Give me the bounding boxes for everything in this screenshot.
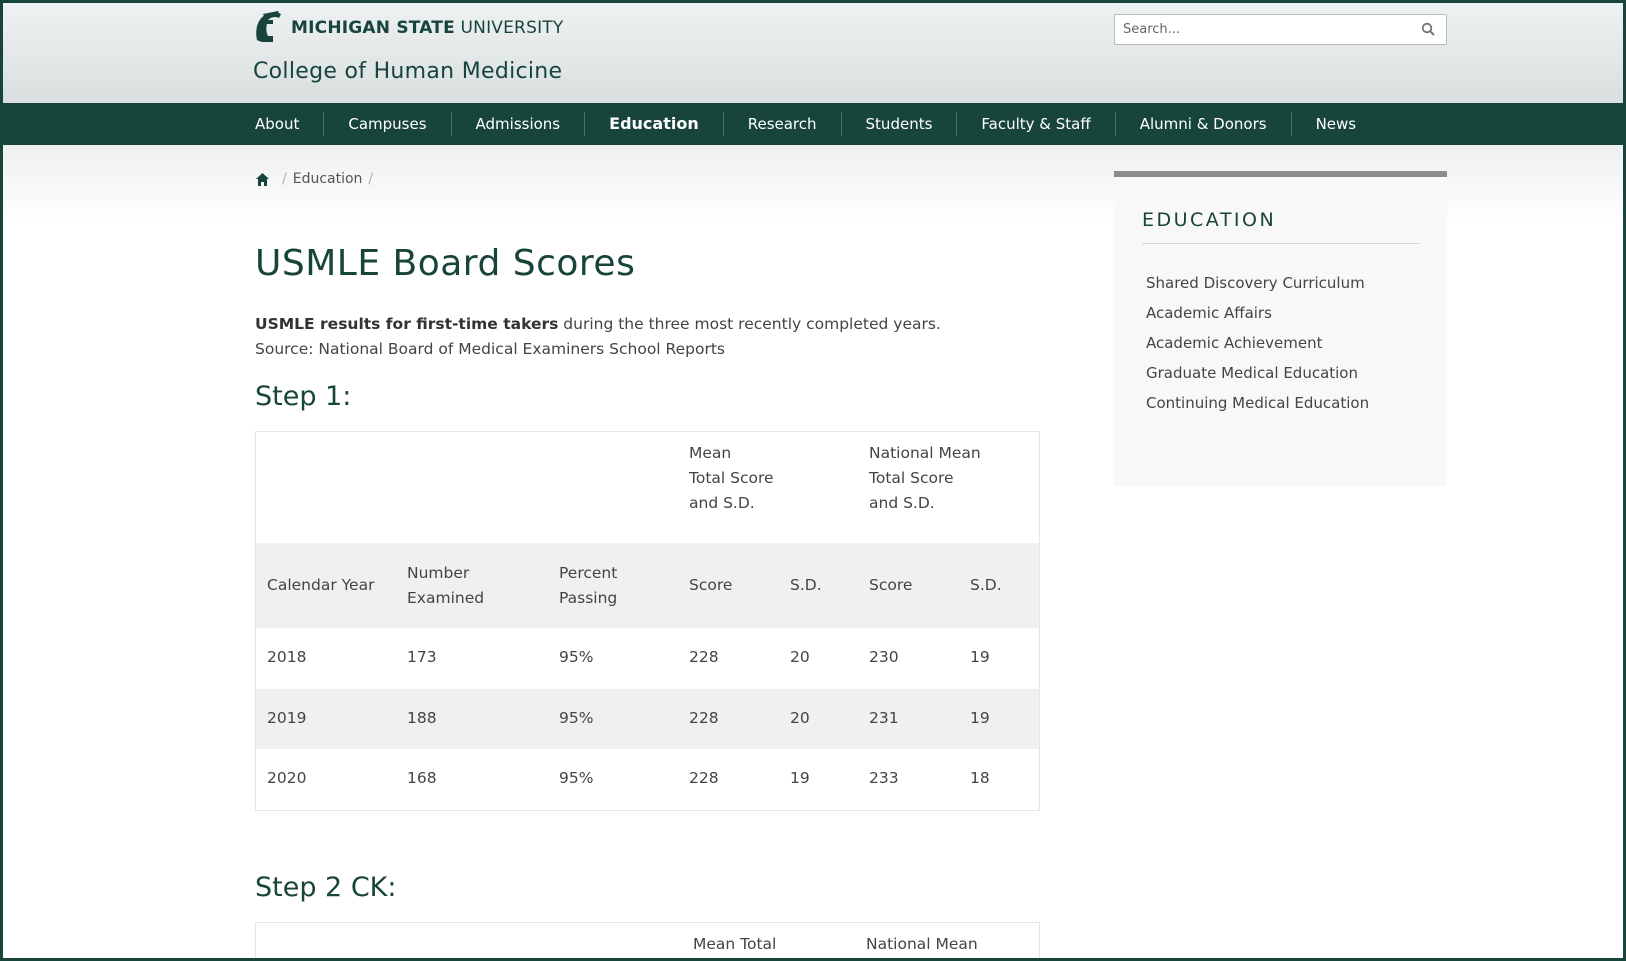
- intro-text: USMLE results for first-time takers duri…: [255, 312, 1055, 362]
- column-header: Score: [869, 576, 913, 594]
- nav-item-admissions[interactable]: Admissions: [450, 112, 585, 136]
- sidebar-title: EDUCATION: [1142, 209, 1419, 244]
- nav-item-education[interactable]: Education: [584, 112, 723, 136]
- column-header: Score: [689, 576, 733, 594]
- table-row: 2020 168 95% 228 19 233 18: [256, 749, 1039, 810]
- nav-item-about[interactable]: About: [255, 112, 323, 136]
- group-header-line: and S.D.: [869, 494, 935, 512]
- nav-item-research[interactable]: Research: [722, 112, 841, 136]
- table-cell: 228: [689, 709, 719, 727]
- table-row: 2018 173 95% 228 20 230 19: [256, 628, 1039, 689]
- table-header-row: Calendar Year Number Examined Percent Pa…: [256, 543, 1039, 628]
- column-header: Number Examined: [407, 561, 484, 611]
- step2-table: Mean Total National Mean: [255, 922, 1040, 958]
- column-header: Calendar Year: [267, 576, 375, 594]
- column-header-line: Passing: [559, 589, 618, 607]
- sidebar-link-academic-affairs[interactable]: Academic Affairs: [1146, 303, 1369, 333]
- group-header-line: and S.D.: [689, 494, 755, 512]
- column-header-line: Examined: [407, 589, 485, 607]
- nav-item-faculty-staff[interactable]: Faculty & Staff: [956, 112, 1114, 136]
- step1-table: Mean Total Score and S.D. National Mean …: [255, 431, 1040, 811]
- table-group-header-row: Mean Total Score and S.D. National Mean …: [256, 432, 1039, 543]
- nav-item-news[interactable]: News: [1290, 112, 1381, 136]
- table-cell: 19: [790, 769, 810, 787]
- page-frame: MICHIGAN STATE UNIVERSITY College of Hum…: [0, 0, 1626, 961]
- group-header-national: National Mean: [866, 935, 978, 953]
- search-box: [1114, 14, 1447, 45]
- main-nav: About Campuses Admissions Education Rese…: [3, 103, 1623, 145]
- table-cell: 168: [407, 769, 437, 787]
- breadcrumb-separator: /: [282, 171, 287, 187]
- sidebar-link-graduate-medical-education[interactable]: Graduate Medical Education: [1146, 363, 1369, 393]
- section-sidebar: EDUCATION Shared Discovery Curriculum Ac…: [1114, 171, 1447, 486]
- intro-rest: during the three most recently completed…: [558, 315, 941, 333]
- group-header-mean: Mean Total Score and S.D.: [689, 441, 774, 516]
- column-header: S.D.: [970, 576, 1002, 594]
- group-header-line: Mean: [689, 444, 732, 462]
- group-header-line: Total Score: [689, 469, 774, 487]
- university-name-bold: MICHIGAN STATE: [291, 18, 455, 38]
- group-header-line: National Mean: [869, 444, 981, 462]
- breadcrumb-separator: /: [368, 171, 374, 187]
- table-group-header-row: Mean Total National Mean: [256, 923, 1039, 958]
- college-name[interactable]: College of Human Medicine: [253, 59, 562, 84]
- table-cell: 19: [970, 709, 990, 727]
- home-icon[interactable]: [255, 172, 270, 187]
- group-header-mean: Mean Total: [693, 935, 777, 953]
- table-cell: 18: [970, 769, 990, 787]
- spartan-helmet-icon: [256, 11, 281, 42]
- nav-item-alumni-donors[interactable]: Alumni & Donors: [1114, 112, 1291, 136]
- group-header-national: National Mean Total Score and S.D.: [869, 441, 981, 516]
- table-cell: 95%: [559, 709, 594, 727]
- sidebar-link-continuing-medical-education[interactable]: Continuing Medical Education: [1146, 393, 1369, 423]
- breadcrumb-education[interactable]: Education: [293, 171, 363, 187]
- table-row: 2019 188 95% 228 20 231 19: [256, 689, 1039, 749]
- table-cell: 95%: [559, 648, 594, 666]
- sidebar-links: Shared Discovery Curriculum Academic Aff…: [1146, 273, 1369, 423]
- table-cell: 20: [790, 709, 810, 727]
- table-cell: 19: [970, 648, 990, 666]
- step2-title: Step 2 CK:: [255, 872, 397, 903]
- step1-title: Step 1:: [255, 381, 352, 412]
- table-cell: 231: [869, 709, 899, 727]
- msu-logo[interactable]: MICHIGAN STATE UNIVERSITY: [253, 10, 563, 46]
- intro-line: USMLE results for first-time takers duri…: [255, 312, 1055, 337]
- table-cell: 228: [689, 648, 719, 666]
- sidebar-link-shared-discovery[interactable]: Shared Discovery Curriculum: [1146, 273, 1369, 303]
- nav-item-students[interactable]: Students: [840, 112, 957, 136]
- sidebar-link-academic-achievement[interactable]: Academic Achievement: [1146, 333, 1369, 363]
- search-icon[interactable]: [1421, 22, 1436, 37]
- table-cell: 2019: [267, 709, 307, 727]
- intro-bold: USMLE results for first-time takers: [255, 315, 559, 333]
- breadcrumb: / Education /: [255, 171, 379, 187]
- column-header: Percent Passing: [559, 561, 617, 611]
- university-wordmark: MICHIGAN STATE UNIVERSITY: [291, 18, 563, 38]
- search-input[interactable]: [1115, 15, 1405, 44]
- table-cell: 230: [869, 648, 899, 666]
- table-cell: 188: [407, 709, 437, 727]
- university-name-light: UNIVERSITY: [460, 18, 564, 38]
- page-title: USMLE Board Scores: [255, 243, 636, 284]
- site-header: MICHIGAN STATE UNIVERSITY College of Hum…: [3, 3, 1623, 103]
- table-cell: 228: [689, 769, 719, 787]
- intro-source: Source: National Board of Medical Examin…: [255, 340, 726, 358]
- group-header-line: Total Score: [869, 469, 954, 487]
- column-header: S.D.: [790, 576, 822, 594]
- nav-item-campuses[interactable]: Campuses: [323, 112, 450, 136]
- table-cell: 2020: [267, 769, 307, 787]
- column-header-line: Number: [407, 564, 470, 582]
- table-cell: 2018: [267, 648, 307, 666]
- table-cell: 233: [869, 769, 899, 787]
- table-cell: 95%: [559, 769, 594, 787]
- table-cell: 173: [407, 648, 437, 666]
- table-cell: 20: [790, 648, 810, 666]
- column-header-line: Percent: [559, 564, 618, 582]
